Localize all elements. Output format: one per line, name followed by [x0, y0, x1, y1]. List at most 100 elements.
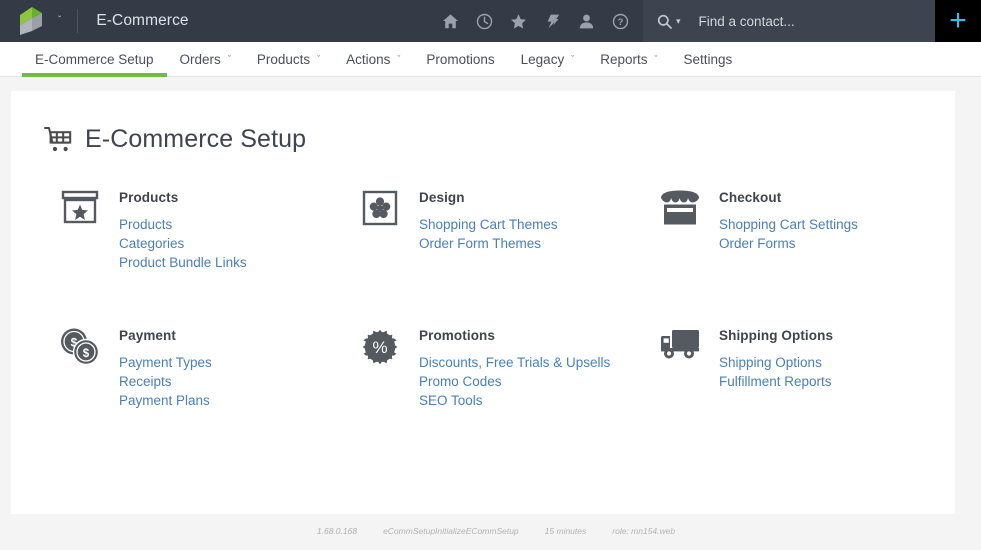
svg-text:?: ?	[617, 17, 623, 28]
add-button[interactable]: +	[935, 0, 981, 42]
nav-label: E-Commerce Setup	[35, 51, 154, 67]
top-bar: ˇ E-Commerce ? ▾ Find a contact... +	[0, 0, 981, 42]
section-links: Shipping Options Fulfillment Reports	[719, 354, 833, 390]
top-icon-group: ?	[441, 0, 643, 42]
section-links: Shopping Cart Settings Order Forms	[719, 216, 858, 252]
chevron-down-icon: ˇ	[571, 53, 575, 64]
star-icon[interactable]	[509, 12, 527, 30]
section-title: Checkout	[719, 190, 782, 205]
chevron-down-icon: ˇ	[397, 53, 401, 64]
link-shopping-cart-themes[interactable]: Shopping Cart Themes	[419, 216, 558, 233]
clock-icon[interactable]	[475, 12, 493, 30]
link-receipts[interactable]: Receipts	[119, 373, 212, 390]
nav-item-orders[interactable]: Orders ˇ	[167, 42, 244, 76]
link-seo-tools[interactable]: SEO Tools	[419, 392, 610, 409]
section-body: Products Products Categories Product Bun…	[119, 187, 247, 271]
search-icon[interactable]	[657, 14, 672, 29]
app-title: E-Commerce	[96, 12, 189, 29]
section-links: Discounts, Free Trials & Upsells Promo C…	[419, 354, 610, 409]
setup-sections-grid: Products Products Categories Product Bun…	[11, 154, 955, 409]
section-products: Products Products Categories Product Bun…	[58, 187, 358, 271]
section-body: Design Shopping Cart Themes Order Form T…	[419, 187, 558, 271]
link-fulfillment-reports[interactable]: Fulfillment Reports	[719, 373, 833, 390]
section-design: Design Shopping Cart Themes Order Form T…	[358, 187, 658, 271]
link-payment-plans[interactable]: Payment Plans	[119, 392, 212, 409]
brand-divider	[77, 9, 79, 33]
nav-label: Reports	[600, 51, 648, 67]
link-promo-codes[interactable]: Promo Codes	[419, 373, 610, 390]
nav-label: Orders	[179, 51, 221, 67]
section-body: Payment Payment Types Receipts Payment P…	[119, 325, 212, 409]
section-payment: $ $ Payment Payment Types Receipts Payme…	[58, 325, 358, 409]
lightning-icon[interactable]	[543, 12, 561, 30]
search-bar[interactable]: ▾	[643, 0, 935, 42]
footer-duration: 15 minutes	[544, 526, 587, 536]
search-input[interactable]	[696, 12, 921, 30]
footer-action: eCommSetupInitializeECommSetup	[383, 526, 519, 536]
section-checkout: Checkout Shopping Cart Settings Order Fo…	[658, 187, 958, 271]
section-title: Products	[119, 190, 179, 205]
keap-logo[interactable]	[18, 7, 44, 35]
main-nav: E-Commerce Setup Orders ˇ Products ˇ Act…	[0, 42, 981, 77]
section-shipping-options: Shipping Options Shipping Options Fulfil…	[658, 325, 958, 409]
page-title-text: E-Commerce Setup	[85, 125, 307, 153]
link-order-form-themes[interactable]: Order Form Themes	[419, 235, 558, 252]
nav-item-products[interactable]: Products ˇ	[244, 42, 333, 76]
nav-label: Promotions	[426, 51, 495, 67]
link-shipping-options[interactable]: Shipping Options	[719, 354, 833, 371]
nav-item-reports[interactable]: Reports ˇ	[587, 42, 670, 76]
link-order-forms[interactable]: Order Forms	[719, 235, 858, 252]
nav-item-e-commerce-setup[interactable]: E-Commerce Setup	[22, 42, 167, 77]
section-links: Shopping Cart Themes Order Form Themes	[419, 216, 558, 252]
home-icon[interactable]	[441, 12, 459, 30]
section-links: Payment Types Receipts Payment Plans	[119, 354, 212, 409]
link-discounts-free-trials-upsells[interactable]: Discounts, Free Trials & Upsells	[419, 354, 610, 371]
section-title: Design	[419, 190, 465, 205]
link-product-bundle-links[interactable]: Product Bundle Links	[119, 254, 247, 271]
section-title: Shipping Options	[719, 328, 834, 343]
nav-label: Legacy	[520, 51, 565, 67]
search-filter-caret-icon[interactable]: ▾	[676, 16, 681, 26]
section-promotions: % Promotions Discounts, Free Trials & Up…	[358, 325, 658, 409]
brand-area: ˇ E-Commerce	[0, 0, 189, 42]
page-title: E-Commerce Setup	[11, 91, 955, 154]
nav-label: Products	[256, 51, 311, 67]
app-switcher-caret-icon[interactable]: ˇ	[58, 16, 61, 26]
help-icon[interactable]: ?	[611, 12, 629, 30]
chevron-down-icon: ˇ	[227, 53, 231, 64]
shopping-cart-icon	[44, 126, 73, 153]
section-title: Promotions	[419, 328, 496, 343]
link-payment-types[interactable]: Payment Types	[119, 354, 212, 371]
footer: 1.68.0.168 eCommSetupInitializeECommSetu…	[11, 514, 981, 536]
percent-badge-icon: %	[358, 325, 402, 369]
section-body: Shipping Options Shipping Options Fulfil…	[719, 325, 833, 409]
nav-label: Settings	[683, 51, 733, 67]
nav-item-promotions[interactable]: Promotions	[413, 42, 507, 76]
link-categories[interactable]: Categories	[119, 235, 247, 252]
link-products[interactable]: Products	[119, 216, 247, 233]
nav-item-actions[interactable]: Actions ˇ	[333, 42, 413, 76]
nav-label: Actions	[346, 51, 391, 67]
section-title: Payment	[119, 328, 176, 343]
section-body: Checkout Shopping Cart Settings Order Fo…	[719, 187, 858, 271]
svg-text:$: $	[83, 348, 90, 360]
footer-role: role: mn154.web	[612, 526, 676, 536]
design-palette-icon	[358, 187, 402, 231]
link-shopping-cart-settings[interactable]: Shopping Cart Settings	[719, 216, 858, 233]
delivery-truck-icon	[658, 325, 702, 369]
section-body: Promotions Discounts, Free Trials & Upse…	[419, 325, 610, 409]
product-box-star-icon	[58, 187, 102, 231]
svg-text:%: %	[372, 338, 387, 357]
coins-dollar-icon: $ $	[58, 325, 102, 369]
nav-item-legacy[interactable]: Legacy ˇ	[508, 42, 588, 76]
section-links: Products Categories Product Bundle Links	[119, 216, 247, 271]
person-icon[interactable]	[577, 12, 595, 30]
footer-version: 1.68.0.168	[316, 526, 358, 536]
chevron-down-icon: ˇ	[654, 53, 658, 64]
storefront-icon	[658, 187, 702, 231]
nav-item-settings[interactable]: Settings	[670, 42, 745, 76]
content-panel: E-Commerce Setup Products Products Categ…	[11, 91, 955, 514]
chevron-down-icon: ˇ	[317, 53, 321, 64]
page-area: E-Commerce Setup Products Products Categ…	[0, 77, 981, 550]
